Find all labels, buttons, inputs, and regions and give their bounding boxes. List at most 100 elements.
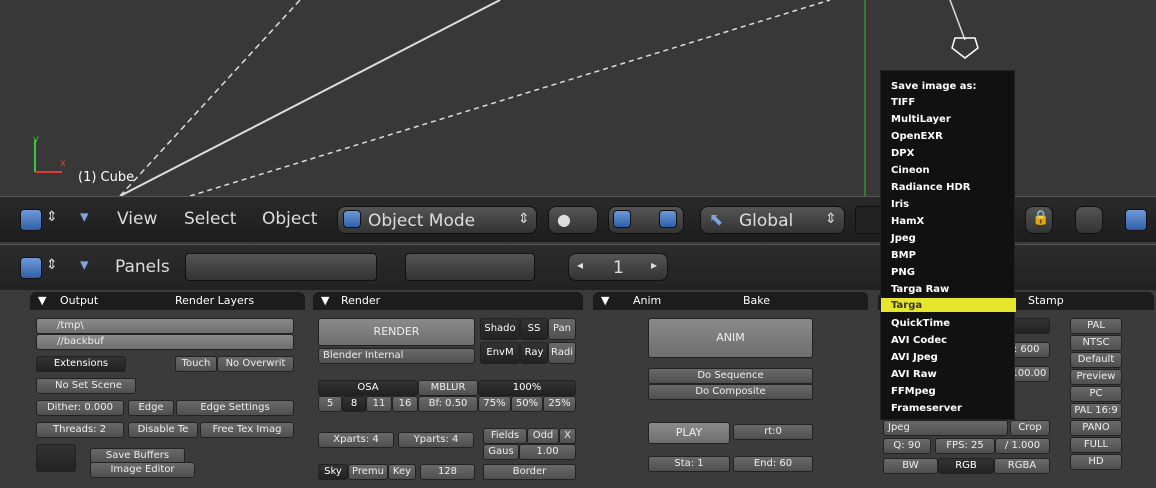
menu-view[interactable]: View (117, 209, 157, 229)
edge-settings-button[interactable]: Edge Settings (176, 400, 294, 416)
preset-pano[interactable]: PANO (1070, 420, 1122, 436)
key-toggle[interactable]: Key (388, 464, 416, 480)
menu-item-targa-raw[interactable]: Targa Raw (891, 284, 949, 295)
size-100-toggle[interactable]: 100% (478, 380, 576, 396)
frame-next-icon[interactable]: ▸ (651, 258, 657, 272)
odd-toggle[interactable]: Odd (527, 428, 559, 444)
preset-pal169[interactable]: PAL 16:9 (1070, 403, 1122, 419)
play-button[interactable]: PLAY (648, 422, 730, 444)
pivot-select[interactable] (608, 206, 684, 234)
osa-5-toggle[interactable]: 5 (318, 396, 342, 412)
tab-output[interactable]: Output (60, 294, 98, 307)
menu-item-multilayer[interactable]: MultiLayer (891, 114, 951, 125)
output-path-field[interactable]: /tmp\ (36, 318, 294, 334)
end-frame-field[interactable]: End: 60 (733, 456, 813, 472)
rt-field[interactable]: rt:0 (733, 424, 813, 440)
preset-full[interactable]: FULL (1070, 437, 1122, 453)
fields-toggle[interactable]: Fields (483, 428, 527, 444)
no-set-scene-select[interactable]: No Set Scene (36, 378, 136, 394)
x-toggle[interactable]: X (559, 428, 576, 444)
render-button[interactable]: RENDER (318, 318, 475, 346)
preset-pal[interactable]: PAL (1070, 318, 1122, 334)
panels-collapse-icon[interactable]: ▾ (80, 255, 89, 275)
backbuf-path-field[interactable]: //backbuf (36, 334, 294, 350)
free-tex-toggle[interactable]: Free Tex Imag (200, 422, 294, 438)
ray-toggle[interactable]: Ray (520, 342, 548, 364)
threads-field[interactable]: Threads: 2 (36, 422, 124, 438)
preset-pc[interactable]: PC (1070, 386, 1122, 402)
buttons-editor-icon[interactable] (20, 257, 42, 279)
scene-subcontext-buttons[interactable] (405, 253, 535, 281)
color-depth-select[interactable]: 128 (420, 464, 475, 480)
frame-stepper[interactable]: ◂ 1 ▸ (568, 253, 668, 281)
menu-item-bmp[interactable]: BMP (891, 250, 916, 261)
render-collapse-icon[interactable]: ▼ (321, 294, 329, 307)
tab-anim[interactable]: Anim (633, 294, 661, 307)
menu-item-iris[interactable]: Iris (891, 199, 909, 210)
filter-size-field[interactable]: 1.00 (519, 444, 576, 460)
image-editor-select[interactable]: Image Editor (90, 462, 195, 478)
menu-item-frameserver[interactable]: Frameserver (891, 403, 962, 414)
preset-ntsc[interactable]: NTSC (1070, 335, 1122, 351)
preset-preview[interactable]: Preview (1070, 369, 1122, 385)
touch-toggle[interactable]: Touch (175, 356, 217, 372)
menu-item-cineon[interactable]: Cineon (891, 165, 930, 176)
menu-item-ffmpeg[interactable]: FFMpeg (891, 386, 936, 397)
output-collapse-icon[interactable]: ▼ (38, 294, 46, 307)
sky-toggle[interactable]: Sky (318, 464, 348, 480)
editor-type-arrows-icon[interactable]: ⇕ (46, 209, 58, 225)
menu-item-radiance-hdr[interactable]: Radiance HDR (891, 182, 970, 193)
render-engine-select[interactable]: Blender Internal (318, 348, 475, 364)
start-frame-field[interactable]: Sta: 1 (648, 456, 730, 472)
osa-16-toggle[interactable]: 16 (392, 396, 418, 412)
menu-item-png[interactable]: PNG (891, 267, 915, 278)
size-75-toggle[interactable]: 75% (478, 396, 511, 412)
anim-collapse-icon[interactable]: ▼ (601, 294, 609, 307)
size-25-toggle[interactable]: 25% (543, 396, 576, 412)
tab-bake[interactable]: Bake (743, 294, 770, 307)
snap-button[interactable] (1075, 206, 1103, 234)
menu-item-openexr[interactable]: OpenEXR (891, 131, 943, 142)
preset-default[interactable]: Default (1070, 352, 1122, 368)
collapse-menu-icon[interactable]: ▾ (80, 207, 89, 227)
menu-item-dpx[interactable]: DPX (891, 148, 914, 159)
tab-stamp[interactable]: Stamp (1028, 294, 1064, 307)
mode-select[interactable]: Object Mode ⇕ (337, 206, 537, 234)
osa-toggle[interactable]: OSA (318, 380, 418, 396)
disable-tex-toggle[interactable]: Disable Te (128, 422, 198, 438)
rgba-toggle[interactable]: RGBA (994, 458, 1050, 474)
tab-render-layers[interactable]: Render Layers (175, 294, 254, 307)
premul-toggle[interactable]: Premu (348, 464, 388, 480)
menu-object[interactable]: Object (262, 209, 317, 229)
edge-toggle[interactable]: Edge (128, 400, 174, 416)
dispview-grid-icon[interactable] (36, 444, 76, 472)
menu-item-hamx[interactable]: HamX (891, 216, 924, 227)
quality-field[interactable]: Q: 90 (883, 438, 931, 454)
menu-item-avi-raw[interactable]: AVI Raw (891, 369, 937, 380)
filter-select[interactable]: Gaus (483, 444, 519, 460)
do-composite-toggle[interactable]: Do Composite (648, 384, 813, 400)
image-format-select[interactable]: Jpeg (883, 420, 1008, 436)
fps-base-field[interactable]: / 1.000 (995, 438, 1050, 454)
menu-item-avi-codec[interactable]: AVI Codec (891, 335, 947, 346)
fps-field[interactable]: FPS: 25 (935, 438, 995, 454)
mblur-toggle[interactable]: MBLUR (418, 380, 478, 396)
menu-item-targa[interactable]: Targa (891, 300, 922, 311)
do-sequence-toggle[interactable]: Do Sequence (648, 368, 813, 384)
menu-select[interactable]: Select (184, 209, 236, 229)
lock-layer-button[interactable]: 🔒 (1025, 206, 1053, 234)
context-buttons[interactable] (185, 253, 377, 281)
pan-toggle[interactable]: Pan (548, 318, 576, 340)
rgb-toggle[interactable]: RGB (938, 458, 994, 474)
envmap-toggle[interactable]: EnvM (480, 342, 520, 364)
osa-8-toggle[interactable]: 8 (342, 396, 366, 412)
shadow-toggle[interactable]: Shado (480, 318, 520, 340)
extensions-toggle[interactable]: Extensions (36, 356, 126, 372)
menu-item-tiff[interactable]: TIFF (891, 97, 915, 108)
radiosity-toggle[interactable]: Radi (548, 342, 576, 364)
border-toggle[interactable]: Border (483, 464, 576, 480)
blur-factor-field[interactable]: Bf: 0.50 (418, 396, 478, 412)
menu-item-quicktime[interactable]: QuickTime (891, 318, 950, 329)
draw-type-select[interactable]: ● (548, 206, 598, 234)
osa-11-toggle[interactable]: 11 (366, 396, 392, 412)
